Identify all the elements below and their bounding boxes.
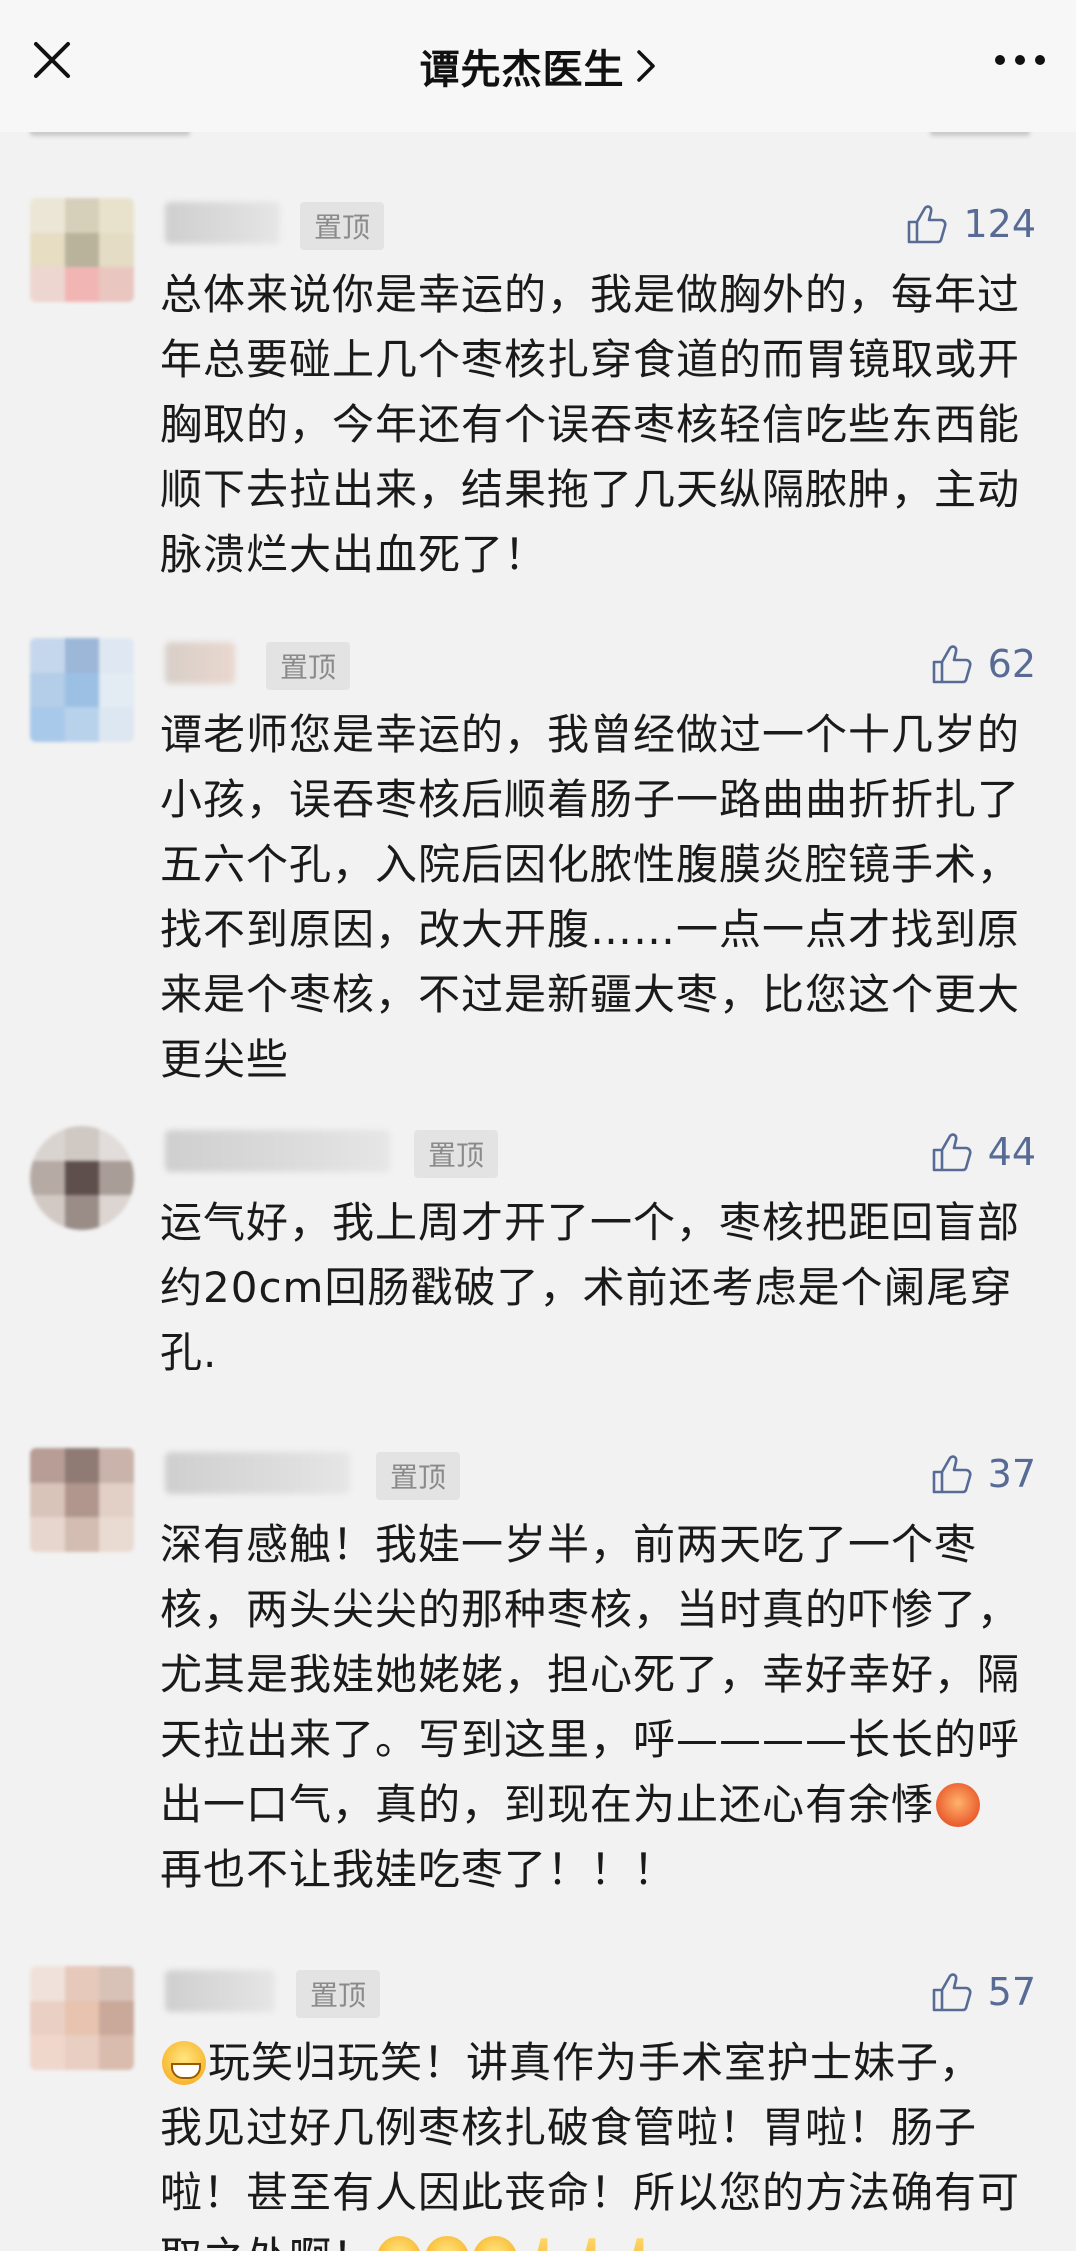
hugging-face-emoji <box>425 2236 470 2251</box>
thumbs-up-icon <box>908 205 948 244</box>
comment-text: 玩笑归玩笑！讲真作为手术室护士妹子，我见过好几例枣核扎破食管啦！胃啦！肠子啦！甚… <box>160 2030 1020 2251</box>
hugging-face-emoji <box>377 2236 422 2251</box>
chevron-right-icon <box>636 50 655 82</box>
username-blurred[interactable] <box>165 1970 275 2012</box>
comment-text: 谭老师您是幸运的，我曾经做过一个十几岁的小孩，误吞枣核后顺着肠子一路曲曲折折扎了… <box>160 710 1021 1084</box>
pinned-badge: 置顶 <box>376 1452 461 1500</box>
thumbs-up-emoji <box>573 2238 611 2251</box>
grinning-face-emoji <box>162 2041 206 2085</box>
comment-text: 总体来说你是幸运的，我是做胸外的，每年过年总要碰上几个枣核扎穿食道的而胃镜取或开… <box>160 270 1021 579</box>
hugging-face-emoji <box>473 2236 518 2251</box>
avatar[interactable] <box>30 1448 134 1552</box>
thumbs-up-emoji <box>621 2238 659 2251</box>
like-count: 44 <box>987 1130 1036 1174</box>
pinned-badge: 置顶 <box>296 1970 381 2018</box>
username-blurred[interactable] <box>165 642 235 684</box>
avatar[interactable] <box>30 1126 134 1230</box>
pinned-badge: 置顶 <box>300 202 385 250</box>
more-icon[interactable] <box>992 44 1048 76</box>
comment-text: 运气好，我上周才开了一个，枣核把距回盲部约20cm回肠戳破了，术前还考虑是个阑尾… <box>160 1198 1021 1377</box>
like-button[interactable]: 57 <box>930 1964 1036 2020</box>
like-button[interactable]: 124 <box>905 196 1036 252</box>
angry-face-emoji <box>936 1783 981 1827</box>
thumbs-up-icon <box>932 1973 972 2012</box>
comment-text-part: 玩笑归玩笑！讲真作为手术室护士妹子，我见过好几例枣核扎破食管啦！胃啦！肠子啦！甚… <box>160 2038 1021 2251</box>
like-count: 57 <box>987 1970 1036 2014</box>
account-title-link[interactable]: 谭先杰医生 <box>420 37 657 95</box>
page-title: 谭先杰医生 <box>419 47 625 93</box>
like-button[interactable]: 62 <box>930 636 1036 692</box>
avatar[interactable] <box>30 1966 134 2070</box>
thumbs-up-icon <box>932 1455 972 1494</box>
thumbs-up-icon <box>932 645 972 684</box>
username-blurred[interactable] <box>165 1452 350 1494</box>
avatar[interactable] <box>30 198 134 302</box>
thumbs-up-emoji <box>525 2238 563 2251</box>
comment-text-part: 再也不让我娃吃枣了！！！ <box>160 1845 677 1894</box>
like-count: 124 <box>963 202 1036 246</box>
top-nav-bar: 谭先杰医生 <box>0 0 1076 132</box>
thumbs-up-icon <box>932 1133 972 1172</box>
comment-text: 深有感触！我娃一岁半，前两天吃了一个枣核，两头尖尖的那种枣核，当时真的吓惨了，尤… <box>160 1512 1020 1902</box>
like-button[interactable]: 37 <box>930 1446 1036 1502</box>
like-button[interactable]: 44 <box>930 1124 1036 1180</box>
like-count: 37 <box>987 1452 1036 1496</box>
pinned-badge: 置顶 <box>414 1130 499 1178</box>
like-count: 62 <box>987 642 1036 686</box>
username-blurred[interactable] <box>165 202 280 244</box>
close-icon[interactable] <box>28 36 76 84</box>
comment-text-part: 深有感触！我娃一岁半，前两天吃了一个枣核，两头尖尖的那种枣核，当时真的吓惨了，尤… <box>160 1520 1021 1829</box>
pinned-badge: 置顶 <box>266 642 351 690</box>
username-blurred[interactable] <box>165 1130 390 1172</box>
avatar[interactable] <box>30 638 134 742</box>
